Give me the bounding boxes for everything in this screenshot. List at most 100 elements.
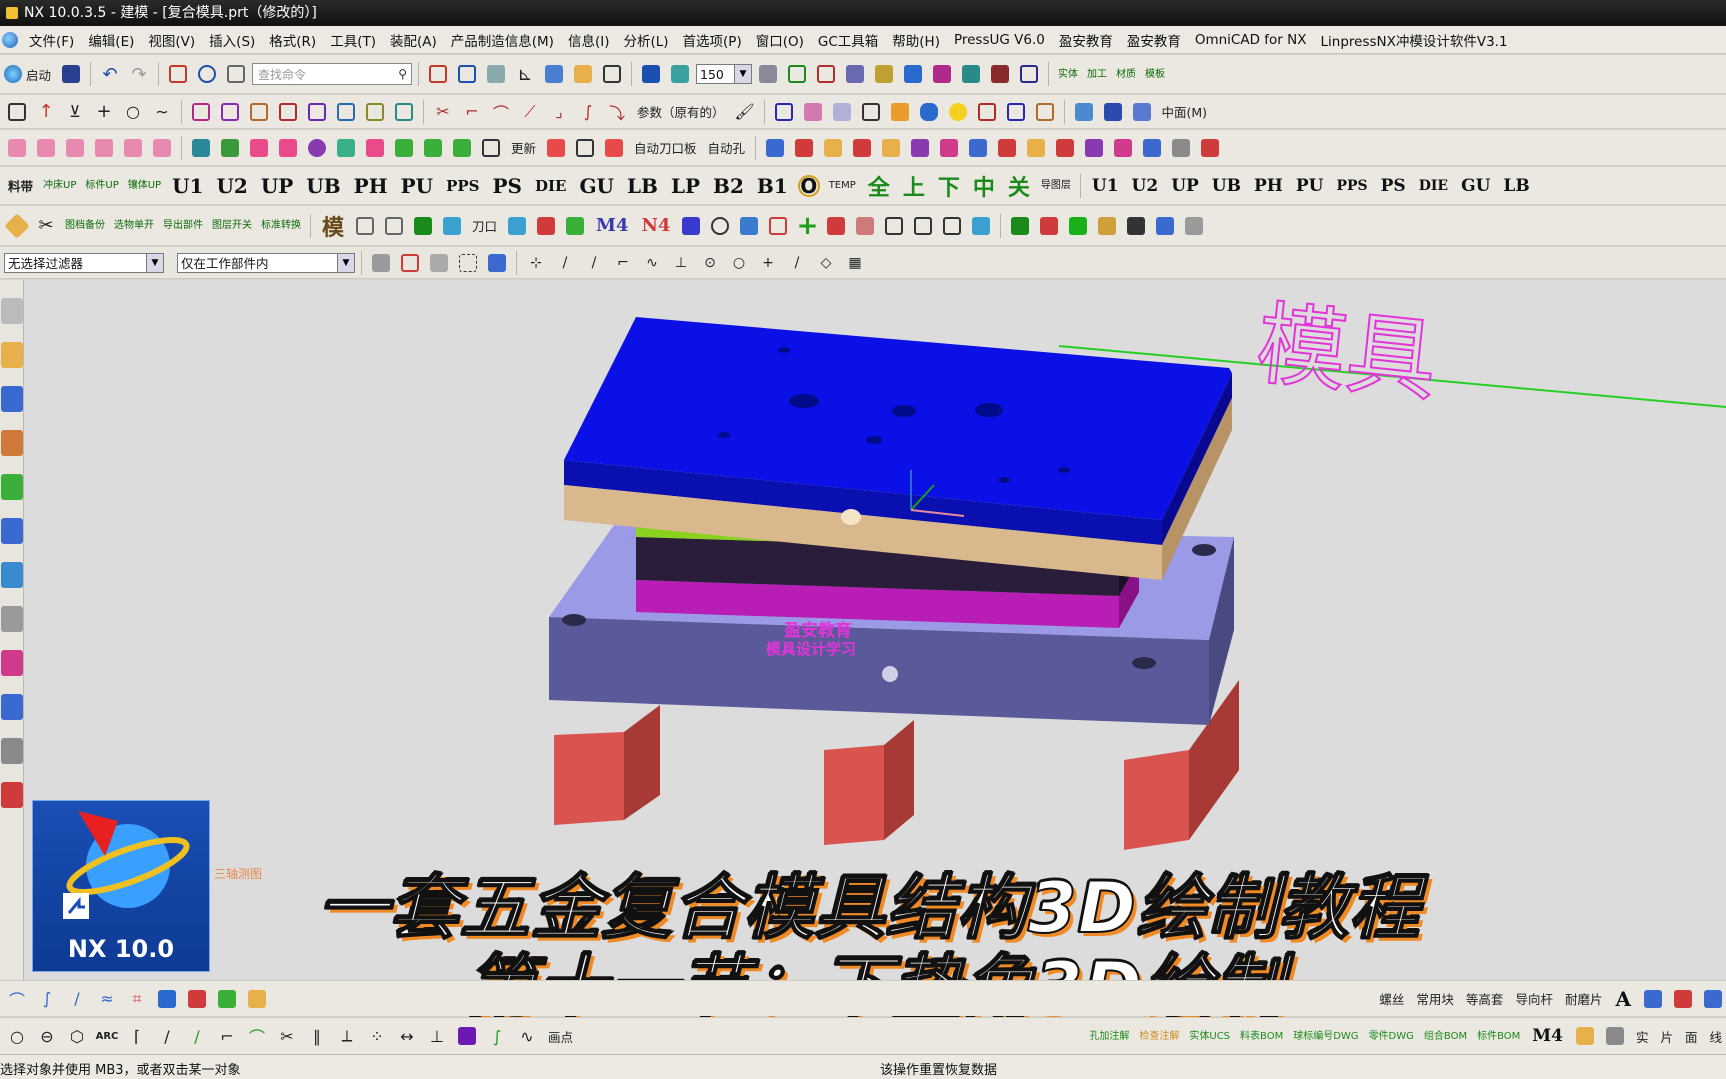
nx-desktop-shortcut[interactable]: NX 10.0 bbox=[32, 800, 210, 972]
m4-button[interactable]: M4 bbox=[591, 215, 633, 236]
menu-gc-toolbox[interactable]: GC工具箱 bbox=[811, 30, 885, 50]
rectangle-button[interactable] bbox=[4, 99, 30, 125]
cmd-gu[interactable]: GU bbox=[574, 174, 619, 198]
solid-color-button[interactable]: 实体 bbox=[1055, 69, 1081, 80]
select-feature-button[interactable] bbox=[397, 250, 423, 276]
snap-control-button[interactable]: / bbox=[581, 250, 607, 276]
sheet2-button[interactable] bbox=[968, 213, 994, 239]
cmd-die[interactable]: DIE bbox=[530, 177, 571, 195]
block-button[interactable] bbox=[852, 213, 878, 239]
hanger-button[interactable] bbox=[333, 135, 359, 161]
move-ps[interactable]: PS bbox=[1376, 176, 1411, 196]
menu-tools[interactable]: 工具(T) bbox=[323, 30, 383, 50]
sm-button[interactable] bbox=[1572, 1023, 1598, 1049]
history-icon[interactable] bbox=[1, 606, 23, 632]
auto-hole-2-button[interactable] bbox=[410, 213, 436, 239]
constraint-navigator-icon[interactable] bbox=[1, 386, 23, 412]
strip-button[interactable]: 料带 bbox=[4, 176, 37, 195]
menu-yingan-1[interactable]: 盈安教育 bbox=[1052, 30, 1120, 50]
snap-face-button[interactable]: ◇ bbox=[813, 250, 839, 276]
cmd-ps[interactable]: PS bbox=[487, 174, 526, 198]
move-u2[interactable]: U2 bbox=[1127, 176, 1164, 196]
offset-curve-button[interactable]: ∫ bbox=[575, 99, 601, 125]
move-button[interactable] bbox=[871, 61, 897, 87]
process-studio-icon[interactable] bbox=[1, 694, 23, 720]
system-materials-icon[interactable] bbox=[1, 650, 23, 676]
undo-button[interactable]: ↶ bbox=[97, 61, 123, 87]
face-pull-button[interactable] bbox=[765, 213, 791, 239]
gold-all-button[interactable]: 全 bbox=[863, 170, 895, 202]
quick-clamp-button[interactable] bbox=[601, 135, 627, 161]
scissors-button[interactable]: ✂ bbox=[33, 213, 59, 239]
roles-icon[interactable] bbox=[1, 782, 23, 808]
mirror2-button[interactable] bbox=[736, 213, 762, 239]
machining-button[interactable]: 加工 bbox=[1084, 69, 1110, 80]
block-up-button[interactable]: 镶体UP bbox=[125, 180, 164, 191]
assembly-button-4[interactable] bbox=[849, 135, 875, 161]
sketch-circle-button[interactable]: ○ bbox=[4, 1023, 30, 1049]
curve-tool-5[interactable]: ⌗ bbox=[124, 986, 150, 1012]
adjust-button[interactable] bbox=[823, 213, 849, 239]
assembly-button-1[interactable] bbox=[762, 135, 788, 161]
snap-endpoint-button[interactable]: ⊹ bbox=[523, 250, 549, 276]
web-browser-icon[interactable] bbox=[1, 562, 23, 588]
assembly-button-12[interactable] bbox=[1081, 135, 1107, 161]
n4-button[interactable]: N4 bbox=[636, 215, 675, 236]
calculator-button[interactable] bbox=[188, 135, 214, 161]
tool-pink-3[interactable] bbox=[62, 135, 88, 161]
menu-edit[interactable]: 编辑(E) bbox=[81, 30, 141, 50]
menu-analysis[interactable]: 分析(L) bbox=[616, 30, 675, 50]
unite-button[interactable] bbox=[974, 99, 1000, 125]
brush-button[interactable]: 🖌 bbox=[732, 99, 758, 125]
param-label[interactable]: 参数（原有的） bbox=[633, 102, 729, 121]
standard-part-up-button[interactable]: 标件UP bbox=[82, 180, 121, 191]
sketch-arc-button[interactable]: ARC bbox=[94, 1023, 120, 1049]
sketch-fillet-button[interactable]: ⌒ bbox=[244, 1023, 270, 1049]
trim-button[interactable]: ✂ bbox=[430, 99, 456, 125]
assembly-button-11[interactable] bbox=[1052, 135, 1078, 161]
grid-button[interactable] bbox=[454, 61, 480, 87]
snap-onpoint-button[interactable]: / bbox=[784, 250, 810, 276]
open-folder-button[interactable] bbox=[570, 61, 596, 87]
spline-button[interactable]: ∼ bbox=[149, 99, 175, 125]
filter-sheet-button[interactable]: 片 bbox=[1656, 1027, 1677, 1046]
select-open-button[interactable]: 选物单开 bbox=[111, 220, 157, 231]
assembly-button-7[interactable] bbox=[936, 135, 962, 161]
stock-button-1[interactable] bbox=[391, 135, 417, 161]
select-body-button[interactable] bbox=[484, 250, 510, 276]
assembly-button-16[interactable] bbox=[1197, 135, 1223, 161]
dimension-button[interactable] bbox=[784, 61, 810, 87]
part-navigator-icon[interactable] bbox=[1, 430, 23, 456]
sphere-button[interactable] bbox=[945, 99, 971, 125]
assembly-button-13[interactable] bbox=[1110, 135, 1136, 161]
fillet-button[interactable]: ⌒ bbox=[488, 99, 514, 125]
update-button[interactable]: 更新 bbox=[507, 138, 540, 157]
snap-grid-button[interactable]: ▦ bbox=[842, 250, 868, 276]
orient-button[interactable] bbox=[667, 61, 693, 87]
assembly-button-2[interactable] bbox=[791, 135, 817, 161]
ruler-button[interactable] bbox=[1016, 61, 1042, 87]
surface-button[interactable] bbox=[800, 99, 826, 125]
zoom-combo[interactable]: 150 ▼ bbox=[696, 64, 753, 84]
wear-plate-button[interactable] bbox=[275, 135, 301, 161]
assembly-button-3[interactable] bbox=[820, 135, 846, 161]
point-button[interactable] bbox=[900, 61, 926, 87]
sketch-line2-button[interactable]: / bbox=[184, 1023, 210, 1049]
line-button[interactable]: + bbox=[91, 99, 117, 125]
material-bom-button[interactable]: 料表BOM bbox=[1237, 1031, 1286, 1042]
pocket-button[interactable] bbox=[304, 99, 330, 125]
menu-file[interactable]: 文件(F) bbox=[22, 30, 81, 50]
sketch-corner-button[interactable]: ⌐ bbox=[214, 1023, 240, 1049]
snap-center-button[interactable]: ⊙ bbox=[697, 250, 723, 276]
hole-note-button[interactable]: 孔加注解 bbox=[1086, 1031, 1132, 1042]
keyway-button[interactable] bbox=[910, 213, 936, 239]
sketch-polygon-button[interactable]: ⬡ bbox=[64, 1023, 90, 1049]
snap-view-button[interactable] bbox=[638, 61, 664, 87]
origin-button[interactable]: O bbox=[796, 173, 822, 199]
boss-button[interactable] bbox=[275, 99, 301, 125]
chamfer-button[interactable]: ⟋ bbox=[517, 99, 543, 125]
slot-button[interactable] bbox=[362, 99, 388, 125]
cut-edge-button[interactable] bbox=[439, 213, 465, 239]
common-block-button[interactable]: 常用块 bbox=[1412, 989, 1458, 1008]
cmd-ub[interactable]: UB bbox=[301, 174, 345, 198]
